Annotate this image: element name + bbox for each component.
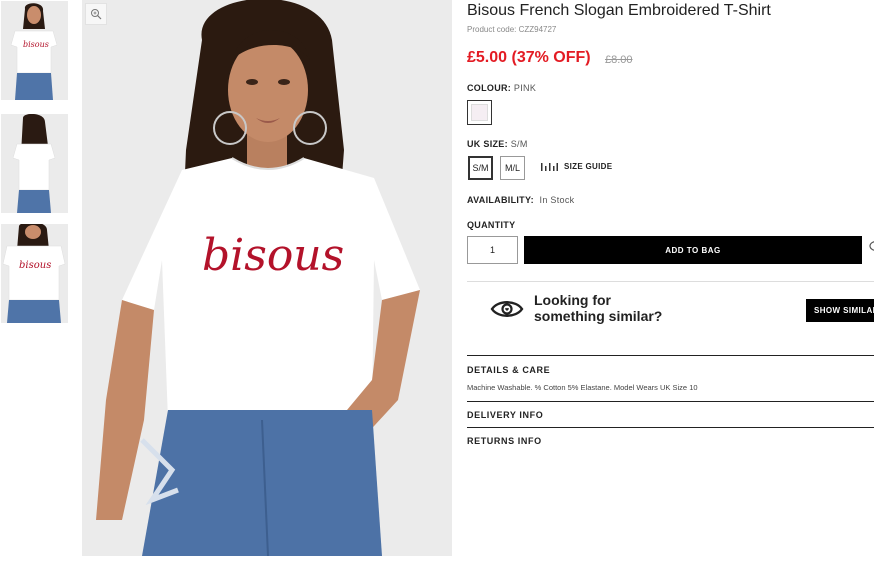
- details-care-header[interactable]: DETAILS & CARE: [467, 365, 550, 375]
- quantity-input[interactable]: [467, 236, 518, 264]
- details-care-body: Machine Washable. % Cotton 5% Elastane. …: [467, 383, 698, 392]
- colour-value: PINK: [513, 83, 537, 93]
- thumbnail-front-image: bisous: [1, 1, 68, 100]
- availability-label-key: AVAILABILITY:: [467, 195, 534, 205]
- sale-price: £5.00 (37% OFF): [467, 49, 591, 66]
- thumbnail-closeup[interactable]: bisous: [1, 224, 68, 323]
- thumbnail-back-image: [1, 114, 68, 213]
- thumbnail-back[interactable]: [1, 114, 68, 213]
- size-value: S/M: [510, 139, 528, 149]
- divider: [467, 427, 874, 428]
- show-similar-button[interactable]: SHOW SIMILAR: [806, 299, 874, 322]
- size-option-ml[interactable]: M/L: [500, 156, 525, 180]
- heart-icon[interactable]: [868, 237, 874, 255]
- main-product-image[interactable]: bisous: [82, 0, 452, 556]
- similar-line-2: something similar?: [534, 308, 663, 324]
- zoom-icon: [91, 9, 102, 20]
- thumbnail-closeup-image: bisous: [1, 224, 68, 323]
- ruler-icon: [541, 163, 558, 171]
- divider: [467, 355, 874, 356]
- divider: [467, 281, 874, 282]
- colour-label-key: COLOUR:: [467, 83, 512, 93]
- swatch-image: [471, 104, 488, 121]
- tshirt-embroidery: bisous: [202, 230, 344, 281]
- product-code: Product code: CZZ94727: [467, 25, 557, 34]
- thumbnail-front[interactable]: bisous: [1, 1, 68, 100]
- size-guide-link[interactable]: SIZE GUIDE: [541, 161, 612, 171]
- returns-info-header[interactable]: RETURNS INFO: [467, 436, 542, 446]
- model-photo: bisous: [82, 0, 452, 556]
- quantity-label: QUANTITY: [467, 220, 515, 230]
- colour-swatch-pink[interactable]: [467, 100, 492, 125]
- size-label-key: UK SIZE:: [467, 139, 508, 149]
- original-price: £8.00: [605, 54, 633, 66]
- svg-text:bisous: bisous: [19, 260, 51, 271]
- similar-prompt: Looking for something similar?: [534, 292, 662, 324]
- delivery-info-header[interactable]: DELIVERY INFO: [467, 410, 543, 420]
- zoom-button[interactable]: [85, 3, 107, 25]
- eye-icon: [490, 301, 524, 317]
- availability-value: In Stock: [539, 195, 575, 205]
- product-title: Bisous French Slogan Embroidered T-Shirt: [467, 2, 771, 19]
- svg-text:bisous: bisous: [23, 40, 49, 49]
- similar-line-1: Looking for: [534, 292, 611, 308]
- size-guide-label: SIZE GUIDE: [564, 161, 613, 171]
- quantity-label-text: QUANTITY: [467, 220, 516, 230]
- availability-label: AVAILABILITY: In Stock: [467, 195, 574, 205]
- divider: [467, 401, 874, 402]
- size-option-sm[interactable]: S/M: [468, 156, 493, 180]
- size-label: UK SIZE: S/M: [467, 139, 528, 149]
- add-to-bag-button[interactable]: ADD TO BAG: [524, 236, 862, 264]
- colour-label: COLOUR: PINK: [467, 83, 536, 93]
